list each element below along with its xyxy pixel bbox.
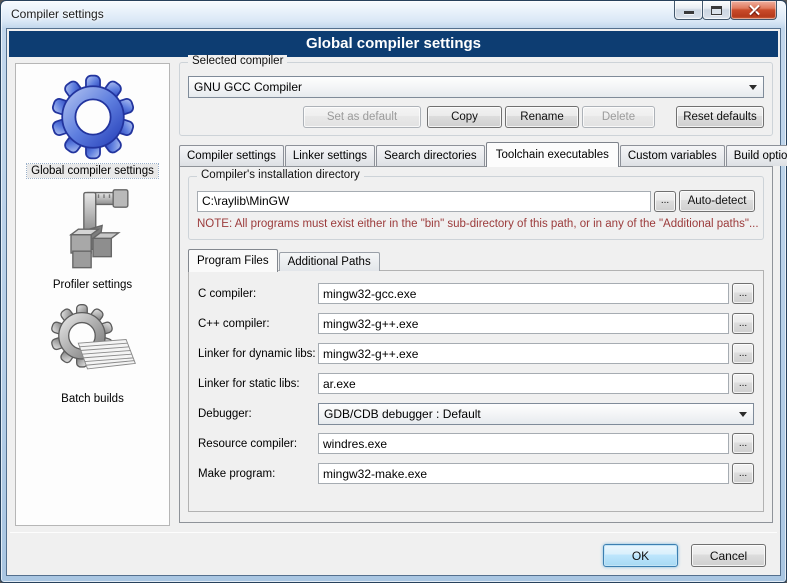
field-label: C++ compiler: — [198, 318, 318, 330]
bin-subdirectory-note: NOTE: All programs must exist either in … — [197, 218, 759, 230]
blue-gear-icon — [47, 73, 139, 161]
compiler-buttons-row: Set as default Copy Rename Delete Reset … — [303, 106, 764, 128]
field-label: C compiler: — [198, 288, 318, 300]
selected-compiler-group: Selected compiler GNU GCC Compiler Set a… — [179, 62, 773, 136]
resource-compiler-input[interactable] — [318, 433, 729, 454]
subtab-additional-paths[interactable]: Additional Paths — [279, 252, 380, 271]
copy-button[interactable]: Copy — [427, 106, 502, 128]
minimize-button[interactable] — [674, 1, 703, 20]
compiler-settings-window: Compiler settings Global compiler settin… — [0, 0, 787, 583]
settings-tabstrip: Compiler settings Linker settings Search… — [179, 142, 773, 166]
debugger-select[interactable]: GDB/CDB debugger : Default — [318, 403, 754, 425]
dialog-client-area: Global compiler settings — [6, 28, 781, 576]
browse-c-compiler-button[interactable]: ... — [732, 283, 754, 304]
debugger-select-value: GDB/CDB debugger : Default — [324, 407, 481, 421]
delete-button[interactable]: Delete — [582, 106, 655, 128]
sidebar-item-global-compiler-settings[interactable]: Global compiler settings — [16, 64, 169, 178]
field-label: Linker for static libs: — [198, 378, 318, 390]
browse-cpp-compiler-button[interactable]: ... — [732, 313, 754, 334]
cpp-compiler-input[interactable] — [318, 313, 729, 334]
rename-button[interactable]: Rename — [505, 106, 579, 128]
tab-build-options[interactable]: Build options — [726, 145, 787, 166]
tab-compiler-settings[interactable]: Compiler settings — [179, 145, 284, 166]
dynamic-linker-input[interactable] — [318, 343, 729, 364]
auto-detect-button[interactable]: Auto-detect — [679, 190, 755, 212]
close-button[interactable] — [730, 1, 777, 20]
reset-defaults-button[interactable]: Reset defaults — [676, 106, 764, 128]
browse-directory-button[interactable]: ... — [654, 191, 676, 212]
window-controls — [675, 1, 777, 20]
field-label: Linker for dynamic libs: — [198, 348, 318, 360]
sidebar-item-batch-builds[interactable]: Batch builds — [16, 292, 169, 406]
field-label: Resource compiler: — [198, 438, 318, 450]
program-files-panel: C compiler: ... C++ compiler: ... Linker… — [188, 270, 764, 512]
compiler-select[interactable]: GNU GCC Compiler — [188, 76, 764, 98]
chevron-down-icon — [749, 85, 757, 90]
installation-directory-input[interactable] — [197, 191, 651, 212]
installation-directory-row: ... Auto-detect — [197, 190, 755, 212]
set-as-default-button[interactable]: Set as default — [303, 106, 421, 128]
caliper-icon — [49, 187, 137, 275]
chevron-down-icon — [739, 412, 747, 417]
sidebar-item-label: Global compiler settings — [27, 164, 158, 178]
programs-subtabs: Program Files Additional Paths — [188, 250, 381, 271]
tab-search-directories[interactable]: Search directories — [376, 145, 485, 166]
tab-custom-variables[interactable]: Custom variables — [620, 145, 725, 166]
tab-toolchain-executables[interactable]: Toolchain executables — [486, 142, 619, 167]
installation-directory-group: Compiler's installation directory ... Au… — [188, 176, 764, 240]
dialog-footer: OK Cancel — [603, 544, 766, 567]
browse-static-linker-button[interactable]: ... — [732, 373, 754, 394]
make-program-row: Make program: ... — [198, 463, 754, 484]
installation-directory-group-label: Compiler's installation directory — [197, 169, 364, 181]
browse-resource-compiler-button[interactable]: ... — [732, 433, 754, 454]
subtab-program-files[interactable]: Program Files — [188, 249, 278, 272]
ok-button[interactable]: OK — [603, 544, 678, 567]
cpp-compiler-row: C++ compiler: ... — [198, 313, 754, 334]
footer-separator — [10, 532, 777, 533]
browse-dynamic-linker-button[interactable]: ... — [732, 343, 754, 364]
c-compiler-row: C compiler: ... — [198, 283, 754, 304]
browse-make-program-button[interactable]: ... — [732, 463, 754, 484]
settings-category-list: Global compiler settings — [15, 63, 170, 526]
dynamic-linker-row: Linker for dynamic libs: ... — [198, 343, 754, 364]
maximize-button[interactable] — [702, 1, 731, 20]
selected-compiler-group-label: Selected compiler — [188, 55, 287, 67]
minimize-icon — [684, 11, 694, 14]
toolchain-executables-page: Compiler's installation directory ... Au… — [179, 166, 773, 523]
cancel-button[interactable]: Cancel — [691, 544, 766, 567]
title-bar[interactable]: Compiler settings — [1, 1, 786, 28]
gray-gear-stack-icon — [47, 301, 139, 389]
page-title-banner: Global compiler settings — [9, 31, 778, 57]
static-linker-input[interactable] — [318, 373, 729, 394]
sidebar-item-label: Profiler settings — [49, 278, 136, 292]
maximize-icon — [711, 6, 722, 15]
tab-linker-settings[interactable]: Linker settings — [285, 145, 375, 166]
page-title: Global compiler settings — [9, 31, 778, 57]
c-compiler-input[interactable] — [318, 283, 729, 304]
field-label: Debugger: — [198, 408, 318, 420]
window-title: Compiler settings — [11, 7, 104, 21]
sidebar-item-profiler-settings[interactable]: Profiler settings — [16, 178, 169, 292]
debugger-row: Debugger: GDB/CDB debugger : Default — [198, 403, 754, 424]
static-linker-row: Linker for static libs: ... — [198, 373, 754, 394]
sidebar-item-label: Batch builds — [57, 392, 128, 406]
compiler-select-value: GNU GCC Compiler — [194, 80, 302, 94]
field-label: Make program: — [198, 468, 318, 480]
make-program-input[interactable] — [318, 463, 729, 484]
resource-compiler-row: Resource compiler: ... — [198, 433, 754, 454]
